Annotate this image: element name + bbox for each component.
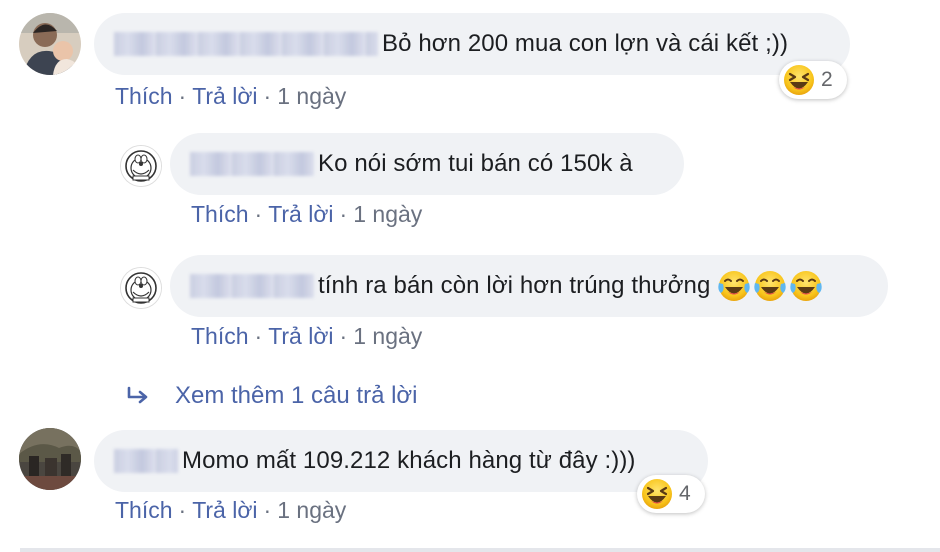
reply-actions: Thích · Trả lời · 1 ngày: [191, 201, 422, 228]
reply-link[interactable]: Trả lời: [192, 497, 257, 523]
reply-text: Ko nói sớm tui bán có 150k à: [318, 150, 633, 177]
separator: ·: [178, 497, 187, 523]
timestamp[interactable]: 1 ngày: [277, 497, 346, 523]
reaction-count: 4: [679, 482, 691, 505]
view-more-replies-label[interactable]: Xem thêm 1 câu trả lời: [175, 382, 418, 410]
comment-text: Momo mất 109.212 khách hàng từ đây :))): [182, 447, 636, 474]
tears-of-joy-emoji: [754, 271, 787, 301]
separator: ·: [263, 83, 272, 109]
timestamp[interactable]: 1 ngày: [353, 323, 422, 349]
commenter-avatar[interactable]: [19, 13, 81, 75]
like-link[interactable]: Thích: [115, 497, 173, 523]
reply-link[interactable]: Trả lời: [192, 83, 257, 109]
comment-text: Bỏ hơn 200 mua con lợn và cái kết ;)): [382, 30, 789, 57]
commenter-avatar[interactable]: [19, 428, 81, 490]
tears-of-joy-emoji: [790, 271, 823, 301]
separator: ·: [263, 497, 272, 523]
reaction-badge[interactable]: 4: [637, 475, 705, 513]
comment-actions: Thích · Trả lời · 1 ngày: [115, 83, 346, 110]
timestamp[interactable]: 1 ngày: [353, 201, 422, 227]
separator: ·: [254, 323, 263, 349]
separator: ·: [339, 323, 348, 349]
emoji-group: [716, 268, 824, 304]
reply-text: tính ra bán còn lời hơn trúng thưởng: [318, 272, 711, 299]
blurred-name[interactable]: [190, 152, 314, 176]
comment-bubble: Bỏ hơn 200 mua con lợn và cái kết ;)): [94, 13, 850, 75]
comment-actions: Thích · Trả lời · 1 ngày: [115, 497, 346, 524]
reply-avatar[interactable]: [120, 267, 162, 309]
reply-bubble: Ko nói sớm tui bán có 150k à: [170, 133, 684, 195]
timestamp[interactable]: 1 ngày: [277, 83, 346, 109]
separator: ·: [178, 83, 187, 109]
reaction-count: 2: [821, 68, 833, 91]
blurred-name[interactable]: [114, 32, 378, 56]
laughing-squint-emoji: [784, 65, 814, 95]
reply-arrow-icon: [127, 386, 148, 404]
view-more-replies-link[interactable]: Xem thêm 1 câu trả lời: [125, 382, 418, 410]
reply-avatar[interactable]: [120, 145, 162, 187]
reply-link[interactable]: Trả lời: [268, 323, 333, 349]
reaction-badge[interactable]: 2: [779, 61, 847, 99]
blurred-name[interactable]: [114, 449, 178, 473]
doraemon-avatar: [121, 146, 161, 186]
laughing-squint-emoji: [642, 479, 672, 509]
reply-link[interactable]: Trả lời: [268, 201, 333, 227]
like-link[interactable]: Thích: [191, 323, 249, 349]
next-comment-edge: [20, 548, 940, 552]
tears-of-joy-emoji: [718, 271, 751, 301]
comment-bubble: Momo mất 109.212 khách hàng từ đây :))): [94, 430, 708, 492]
doraemon-avatar: [121, 268, 161, 308]
separator: ·: [254, 201, 263, 227]
reply-actions: Thích · Trả lời · 1 ngày: [191, 323, 422, 350]
like-link[interactable]: Thích: [115, 83, 173, 109]
reply-bubble: tính ra bán còn lời hơn trúng thưởng: [170, 255, 888, 317]
separator: ·: [339, 201, 348, 227]
blurred-name[interactable]: [190, 274, 314, 298]
like-link[interactable]: Thích: [191, 201, 249, 227]
